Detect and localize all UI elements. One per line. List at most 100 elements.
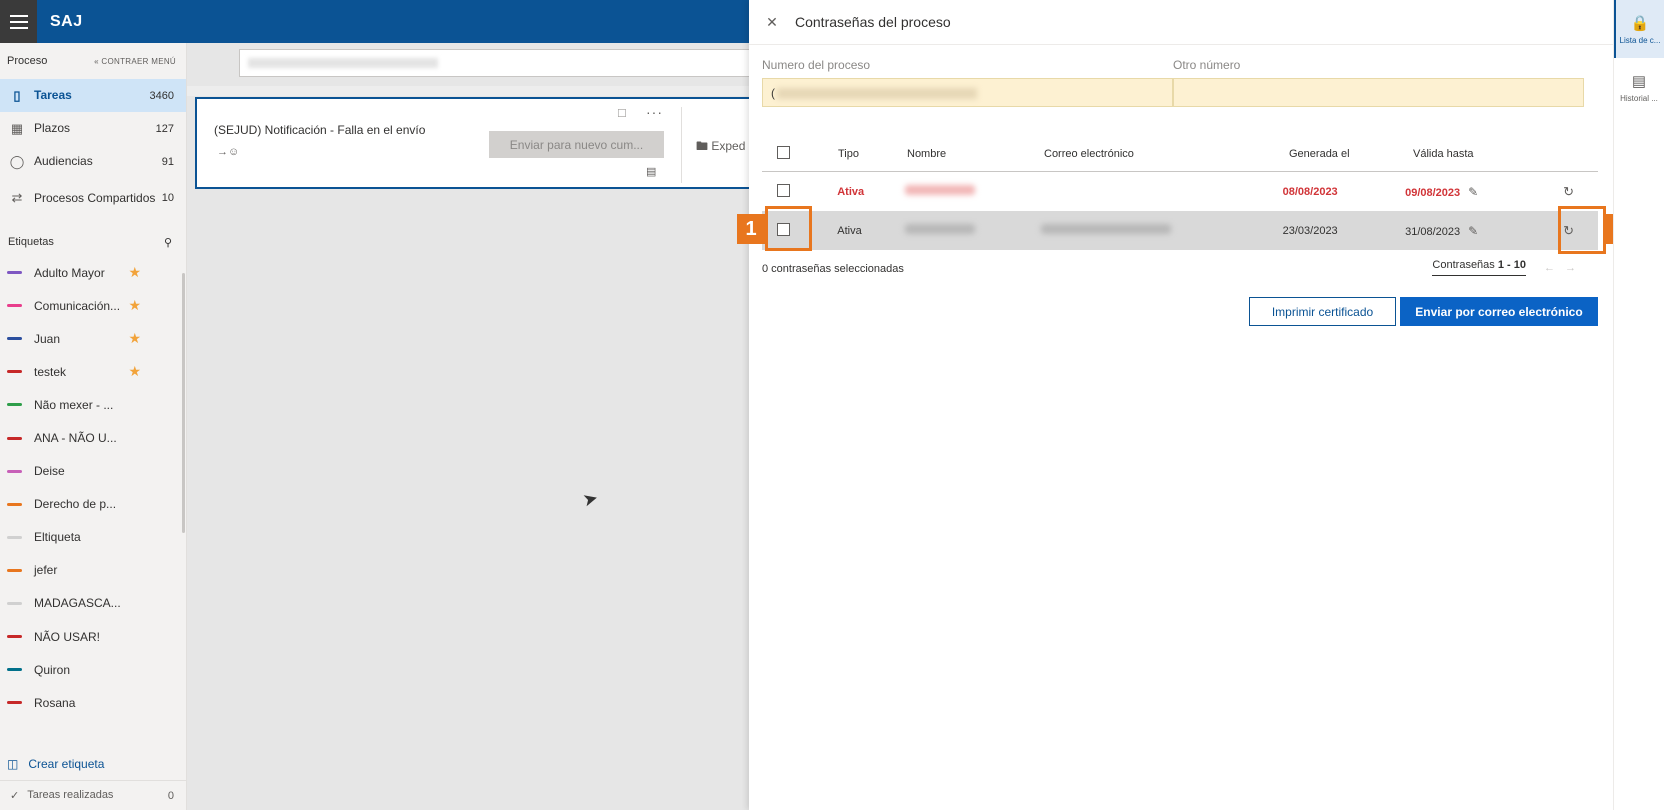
rail-item-history[interactable]: ▤ Historial ...: [1614, 58, 1664, 116]
column-header-valida[interactable]: Válida hasta: [1413, 148, 1573, 160]
tag-item[interactable]: Adulto Mayor ★: [0, 256, 186, 289]
table-header: Tipo Nombre Correo electrónico Generada …: [762, 136, 1598, 172]
select-all-checkbox[interactable]: [777, 145, 790, 159]
tag-label: Rosana: [34, 695, 76, 710]
tag-label: Derecho de p...: [34, 497, 117, 512]
rail-item-passwords[interactable]: 🔒 Lista de c...: [1614, 0, 1664, 58]
passwords-table: Tipo Nombre Correo electrónico Generada …: [762, 136, 1598, 250]
tag-item[interactable]: Eltiqueta: [0, 521, 186, 554]
sidebar-item-plazos[interactable]: ▦ Plazos 127: [0, 112, 186, 145]
done-tasks-item[interactable]: ✓ Tareas realizadas 0: [0, 780, 186, 810]
tag-color-swatch: [7, 635, 22, 639]
tag-item[interactable]: testek ★: [0, 355, 186, 388]
collapse-menu-button[interactable]: « CONTRAER MENÚ: [94, 57, 176, 66]
sidebar-item-count: 10: [161, 192, 174, 204]
expediente-link[interactable]: 🖿 Exped: [696, 137, 745, 158]
tag-item[interactable]: jefer: [0, 554, 186, 587]
callout-box-2: [1558, 206, 1606, 254]
column-header-tipo[interactable]: Tipo: [838, 148, 907, 160]
column-header-email[interactable]: Correo electrónico: [1044, 148, 1289, 160]
tag-list: Adulto Mayor ★ Comunicación... ★ Juan ★ testek…: [0, 256, 186, 719]
tag-item[interactable]: NÃO USAR!: [0, 620, 186, 653]
process-number-value: (: [771, 86, 775, 100]
passwords-panel: ✕ Contraseñas del proceso Numero del pro…: [749, 0, 1613, 810]
sidebar-item-procesos-compartidos[interactable]: ⇄ Procesos Compartidos 10: [0, 178, 186, 218]
edit-icon[interactable]: ✎: [1468, 224, 1478, 238]
star-icon[interactable]: ★: [128, 330, 141, 347]
table-row[interactable]: Ativa 23/03/2023 31/08/2023 ✎ ↻: [762, 211, 1598, 250]
search-icon[interactable]: ⚲: [164, 236, 172, 249]
tag-color-swatch: [7, 701, 22, 705]
column-header-generada[interactable]: Generada el: [1289, 148, 1413, 160]
sidebar-item-tareas[interactable]: ▯ Tareas 3460: [0, 79, 186, 112]
send-new-button[interactable]: Enviar para nuevo cum...: [489, 131, 664, 158]
star-icon[interactable]: ★: [128, 297, 141, 314]
row-tipo: Ativa: [837, 224, 862, 237]
pagination-label[interactable]: Contraseñas 1 - 10: [1432, 259, 1526, 276]
more-options-icon[interactable]: ···: [646, 104, 663, 120]
callout-box-1: [765, 206, 812, 251]
close-icon[interactable]: ✕: [749, 14, 795, 31]
panel-title: Contraseñas del proceso: [795, 14, 951, 30]
other-number-input[interactable]: [1173, 78, 1584, 107]
tag-label: ANA - NÃO U...: [34, 431, 117, 446]
regenerate-icon[interactable]: ↻: [1563, 184, 1598, 200]
row-tipo: Ativa: [837, 185, 865, 198]
tag-label: jefer: [34, 563, 58, 578]
tag-label: Eltiqueta: [34, 530, 81, 545]
tag-item[interactable]: Comunicación... ★: [0, 289, 186, 322]
sidebar-item-audiencias[interactable]: ◯ Audiencias 91: [0, 145, 186, 178]
sidebar-item-count: 127: [155, 122, 174, 135]
tag-item[interactable]: Deise: [0, 455, 186, 488]
row-checkbox[interactable]: [777, 183, 790, 197]
tag-item[interactable]: ANA - NÃO U...: [0, 421, 186, 454]
document-icon[interactable]: ☐: [617, 107, 627, 120]
lock-icon: 🔒: [1630, 14, 1650, 32]
tag-label: Adulto Mayor: [34, 265, 105, 280]
callout-number-1: 1: [737, 214, 765, 244]
sidebar-header: Proceso « CONTRAER MENÚ: [0, 43, 186, 79]
calendar-icon: ▦: [10, 120, 24, 136]
sidebar: Proceso « CONTRAER MENÚ ▯ Tareas 3460 ▦ …: [0, 43, 187, 810]
table-row[interactable]: Ativa 08/08/2023 09/08/2023 ✎ ↻: [762, 172, 1598, 211]
search-input[interactable]: [239, 49, 759, 77]
tag-item[interactable]: Rosana: [0, 686, 186, 719]
star-icon[interactable]: ★: [128, 363, 141, 380]
column-header-nombre[interactable]: Nombre: [907, 148, 1044, 160]
tag-item[interactable]: Não mexer - ...: [0, 388, 186, 421]
done-tasks-label: Tareas realizadas: [27, 789, 114, 801]
sidebar-scrollbar[interactable]: [182, 273, 185, 533]
shared-icon: ⇄: [11, 190, 23, 205]
tag-color-swatch: [7, 337, 22, 341]
row-generada: 23/03/2023: [1282, 224, 1338, 237]
tag-label: Quiron: [34, 662, 71, 677]
star-icon[interactable]: ★: [128, 264, 141, 281]
task-card[interactable]: (SEJUD) Notificación - Falla en el envío…: [195, 97, 755, 189]
row-nombre: [905, 224, 1040, 237]
tag-label: NÃO USAR!: [34, 629, 101, 644]
tag-color-swatch: [7, 271, 22, 275]
send-email-button[interactable]: Enviar por correo electrónico: [1400, 297, 1598, 326]
calendar-add-icon[interactable]: ▤: [646, 165, 656, 178]
process-number-input[interactable]: (: [762, 78, 1173, 107]
print-certificate-button[interactable]: Imprimir certificado: [1249, 297, 1396, 326]
tag-color-swatch: [7, 502, 22, 506]
tag-label: Deise: [34, 464, 65, 479]
tag-color-swatch: [7, 370, 22, 374]
menu-icon[interactable]: [0, 0, 37, 43]
tag-item[interactable]: MADAGASCA...: [0, 587, 186, 620]
tag-item[interactable]: Juan ★: [0, 322, 186, 355]
edit-icon[interactable]: ✎: [1468, 185, 1478, 199]
row-generada: 08/08/2023: [1282, 185, 1338, 198]
row-email: [1040, 224, 1283, 237]
tag-color-swatch: [7, 403, 22, 407]
create-tag-link[interactable]: ◫ Crear etiqueta: [0, 749, 186, 779]
tag-item[interactable]: Quiron: [0, 653, 186, 686]
assign-user-icon[interactable]: →☺: [217, 146, 239, 158]
tag-label: MADAGASCA...: [34, 596, 121, 611]
rail-item-label: Historial ...: [1620, 93, 1658, 103]
tag-item[interactable]: Derecho de p...: [0, 488, 186, 521]
pagination-arrows[interactable]: ←→: [1544, 262, 1586, 274]
task-title: (SEJUD) Notificación - Falla en el envío: [214, 123, 426, 137]
panel-header: ✕ Contraseñas del proceso: [749, 0, 1613, 45]
